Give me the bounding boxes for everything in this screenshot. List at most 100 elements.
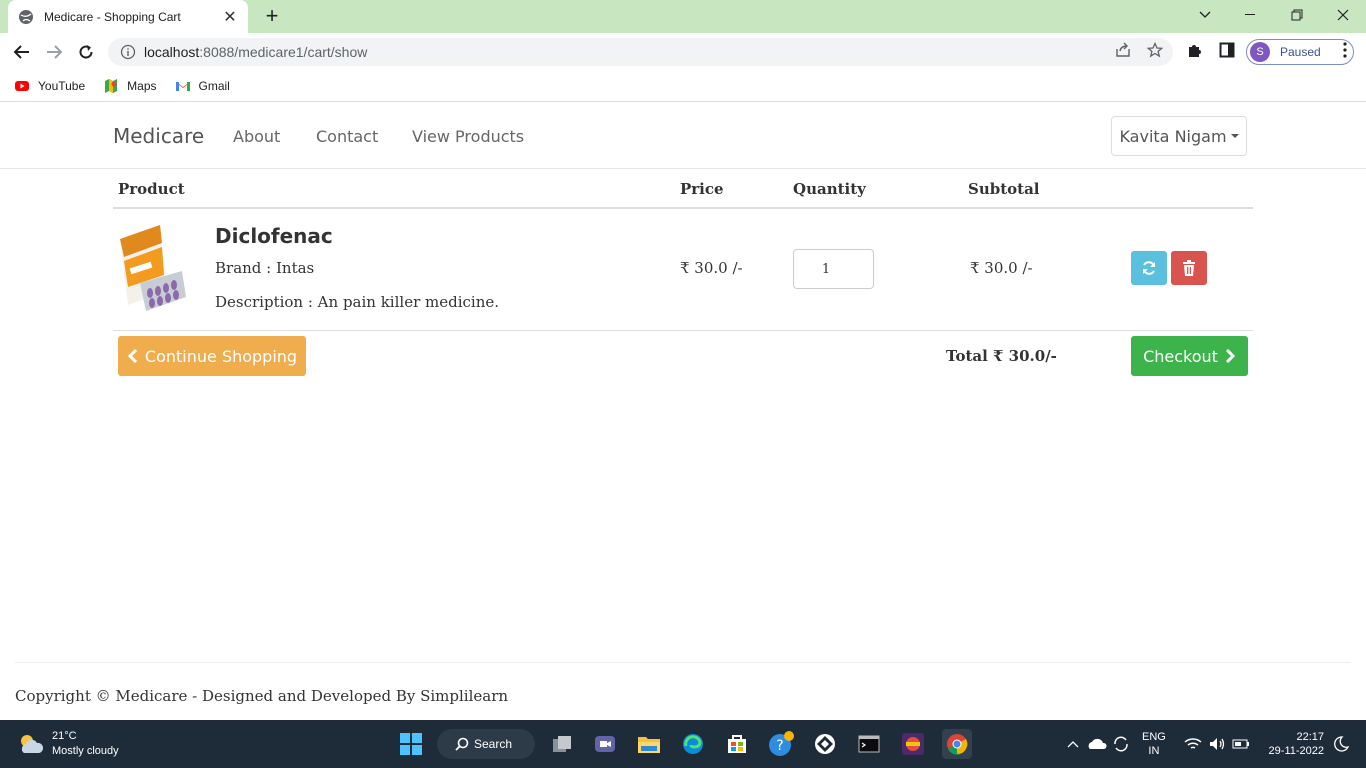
terminal-icon[interactable] [854,729,884,759]
clock[interactable]: 22:17 29-11-2022 [1262,730,1324,758]
store-icon[interactable] [722,729,752,759]
avatar: S [1250,42,1270,62]
globe-icon [19,9,33,24]
header-quantity: Quantity [793,180,866,198]
chevron-right-icon [1225,349,1236,363]
weather-status: Mostly cloudy [52,745,119,757]
taskbar: 21°C Mostly cloudy Search ? ENG IN 22:17… [0,720,1366,768]
search-label: Search [474,737,513,751]
new-tab-icon[interactable]: + [260,4,284,28]
bookmark-youtube[interactable]: YouTube [14,78,85,94]
page-content: Medicare About Contact View Products Kav… [0,103,1366,720]
checkout-button[interactable]: Checkout [1131,336,1248,376]
app-shield-icon[interactable] [810,729,840,759]
item-subtotal: ₹ 30.0 /- [970,259,1033,277]
caret-down-icon [1230,134,1239,138]
battery-icon[interactable] [1226,729,1256,759]
cart-total: Total ₹ 30.0/- [946,347,1057,365]
header-product: Product [118,180,185,198]
game-app-icon[interactable] [898,729,928,759]
bookmark-label: Gmail [198,79,230,93]
svg-text:?: ? [776,738,783,754]
temperature: 21°C [52,730,77,742]
gmail-icon [175,82,190,91]
bookmark-gmail[interactable]: Gmail [175,78,230,94]
bookmark-star-icon[interactable] [1144,39,1166,61]
refresh-icon [1143,261,1155,275]
nav-view-products[interactable]: View Products [412,127,524,146]
cloudy-weather-icon [21,735,44,753]
sync-icon[interactable] [1106,729,1136,759]
taskbar-search[interactable]: Search [437,729,535,759]
windows-start-icon[interactable] [396,729,426,759]
brand-link[interactable]: Medicare [113,124,204,148]
product-description: Description : An pain killer medicine. [215,293,500,311]
url-host: localhost [144,44,200,60]
clock-date: 29-11-2022 [1268,745,1324,757]
maps-icon [105,79,118,93]
continue-shopping-button[interactable]: Continue Shopping [118,336,306,376]
tab-title: Medicare - Shopping Cart [44,9,181,24]
reload-icon[interactable] [73,39,99,65]
product-brand: Brand : Intas [215,259,315,277]
bookmark-label: Maps [127,79,157,93]
weather-widget[interactable]: 21°C Mostly cloudy [18,729,119,759]
bookmark-maps[interactable]: Maps [103,78,157,94]
help-icon[interactable]: ? [766,729,796,759]
header-price: Price [680,180,724,198]
delete-button[interactable] [1171,251,1207,285]
chrome-icon[interactable] [942,729,972,759]
header-subtotal: Subtotal [968,180,1040,198]
tab-search-chevron-icon[interactable] [1182,0,1228,30]
nav-contact[interactable]: Contact [316,127,378,146]
user-name: Kavita Nigam [1119,126,1227,146]
browser-tab-strip: Medicare - Shopping Cart ✕ + [0,0,1366,33]
lang-label: ENG [1142,731,1166,743]
bookmarks-bar: YouTube Maps Gmail [0,71,1366,102]
info-icon[interactable] [120,44,136,60]
region-label: IN [1148,745,1160,757]
checkout-label: Checkout [1143,346,1218,366]
clock-time: 22:17 [1296,731,1324,743]
extensions-puzzle-icon[interactable] [1184,39,1206,61]
task-view-icon[interactable] [547,729,577,759]
product-image [120,225,186,311]
profile-status: Paused [1280,45,1321,59]
search-icon [455,737,469,751]
nav-about[interactable]: About [233,127,280,146]
footer-divider [15,662,1351,663]
trash-icon [1183,260,1195,276]
youtube-icon [15,81,29,91]
item-price: ₹ 30.0 /- [680,259,743,277]
address-bar[interactable]: localhost:8088/medicare1/cart/show [108,38,1173,66]
refresh-button[interactable] [1131,251,1167,285]
user-dropdown[interactable]: Kavita Nigam [1111,116,1247,156]
close-window-icon[interactable] [1320,0,1366,30]
file-explorer-icon[interactable] [634,729,664,759]
language-indicator[interactable]: ENG IN [1142,730,1166,758]
restore-icon[interactable] [1274,0,1320,30]
edge-browser-icon[interactable] [678,729,708,759]
bookmark-label: YouTube [38,79,86,93]
quantity-input[interactable] [793,249,874,289]
close-tab-icon[interactable]: ✕ [222,7,238,27]
minimize-icon[interactable] [1228,0,1274,30]
browser-toolbar: localhost:8088/medicare1/cart/show S Pau… [0,33,1366,71]
menu-kebab-icon[interactable] [1334,39,1356,61]
row-divider [113,330,1253,331]
back-arrow-icon[interactable] [9,39,35,65]
url-path: :8088/medicare1/cart/show [199,44,368,60]
product-name: Diclofenac [215,224,333,248]
side-panel-icon[interactable] [1216,39,1238,61]
continue-shopping-label: Continue Shopping [144,346,298,366]
chevron-left-icon [127,349,137,363]
share-icon[interactable] [1112,39,1134,61]
browser-tab[interactable]: Medicare - Shopping Cart ✕ [8,0,248,33]
teams-chat-icon[interactable] [590,729,620,759]
site-navbar: Medicare About Contact View Products Kav… [0,103,1366,169]
notifications-moon-icon[interactable] [1326,729,1356,759]
url-text: localhost:8088/medicare1/cart/show [144,44,367,60]
header-divider [113,207,1253,209]
footer-text: Copyright © Medicare - Designed and Deve… [15,687,509,705]
forward-arrow-icon[interactable] [41,39,67,65]
